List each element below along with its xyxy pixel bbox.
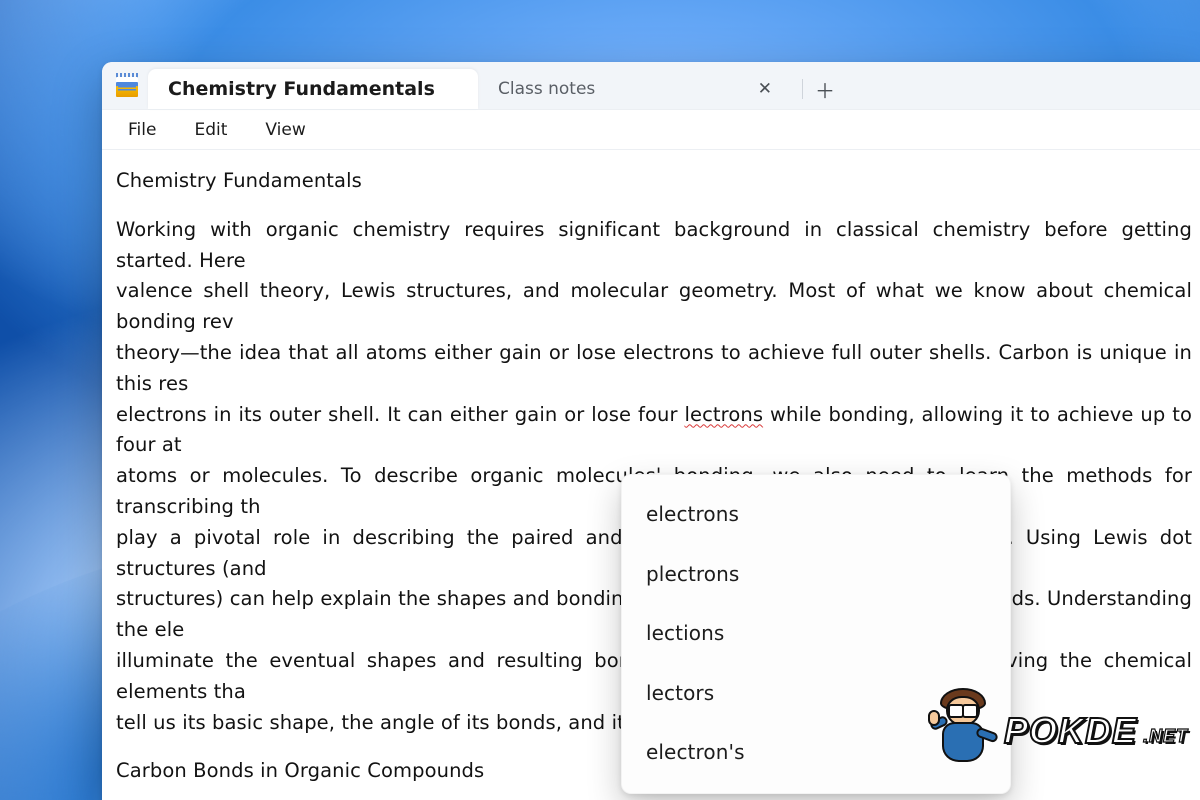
spellcheck-suggestion[interactable]: plectrons [622, 545, 1010, 605]
body-line: electrons in its outer shell. It can eit… [116, 400, 1192, 462]
misspelled-word[interactable]: lectrons [684, 403, 763, 426]
watermark: POKDE .NET [928, 688, 1188, 774]
new-tab-button[interactable]: ＋ [807, 71, 843, 107]
tab-chemistry-fundamentals[interactable]: Chemistry Fundamentals [148, 69, 478, 109]
tab-close-button[interactable]: ✕ [752, 75, 778, 103]
notepad-app-icon [116, 73, 138, 97]
menu-edit[interactable]: Edit [178, 114, 243, 146]
watermark-tld: .NET [1143, 726, 1188, 747]
doc-title: Chemistry Fundamentals [116, 166, 1192, 197]
menu-file[interactable]: File [112, 114, 172, 146]
body-line: valence shell theory, Lewis structures, … [116, 276, 1192, 338]
spellcheck-suggestion[interactable]: electrons [622, 485, 1010, 545]
menu-view[interactable]: View [249, 114, 321, 146]
tab-class-notes[interactable]: Class notes ✕ [478, 69, 798, 109]
watermark-brand: POKDE [1004, 710, 1137, 752]
body-line: Working with organic chemistry requires … [116, 215, 1192, 277]
mascot-icon [928, 688, 1000, 774]
titlebar[interactable]: Chemistry Fundamentals Class notes ✕ ＋ [102, 62, 1200, 110]
tab-label: Chemistry Fundamentals [168, 78, 435, 100]
tab-separator [802, 79, 803, 99]
menubar: File Edit View [102, 110, 1200, 150]
body-line: theory—the idea that all atoms either ga… [116, 338, 1192, 400]
desktop-wallpaper: Chemistry Fundamentals Class notes ✕ ＋ F… [0, 0, 1200, 800]
tab-label: Class notes [498, 79, 595, 99]
spellcheck-suggestion[interactable]: lections [622, 604, 1010, 664]
